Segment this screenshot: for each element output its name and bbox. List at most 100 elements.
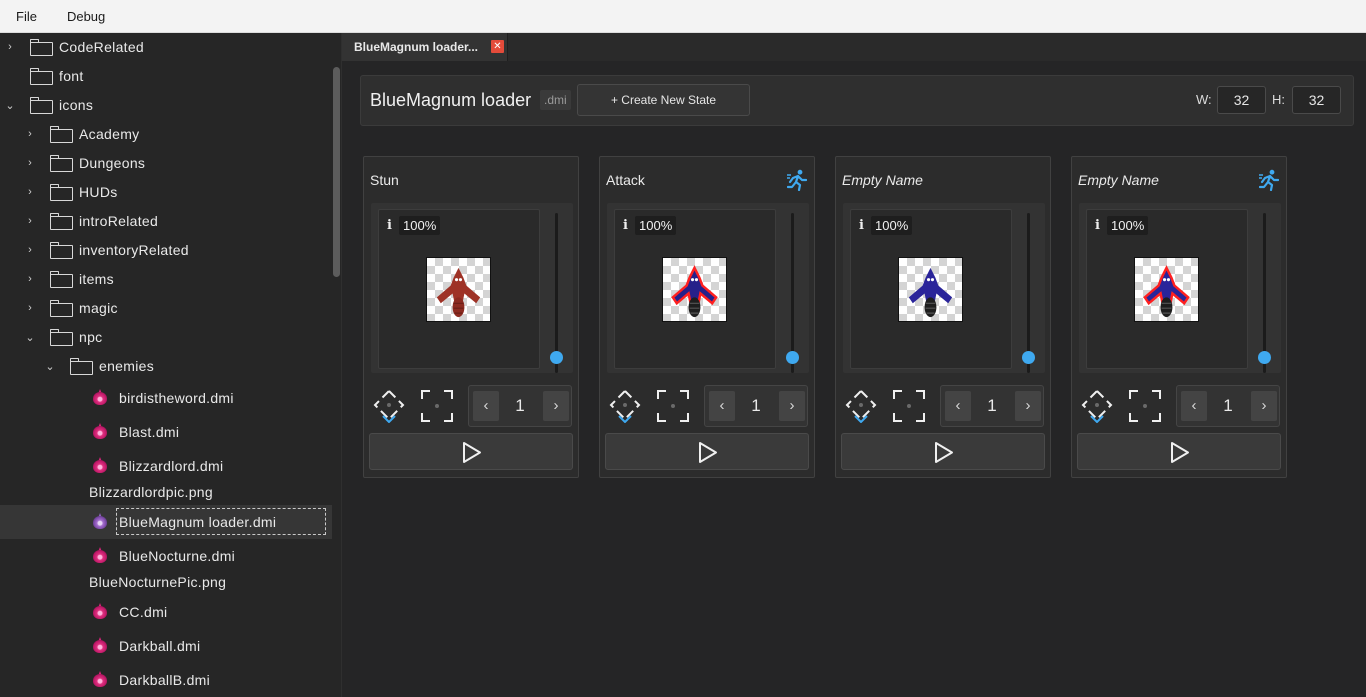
menu-file[interactable]: File	[0, 0, 50, 33]
play-button[interactable]	[605, 433, 809, 470]
play-button[interactable]	[1077, 433, 1281, 470]
info-icon[interactable]: i	[856, 218, 867, 233]
tree-folder-item[interactable]: ⌄ enemies	[0, 352, 330, 381]
width-input[interactable]: 32	[1217, 86, 1266, 114]
sprite-preview[interactable]: i 100%	[614, 209, 776, 369]
frame-count[interactable]: 1	[976, 396, 1008, 416]
tree-file-item[interactable]: BlueNocturne.dmi	[0, 539, 330, 573]
state-card[interactable]: Empty Name i 100% ‹ 1 ›	[1071, 156, 1287, 478]
speed-slider-handle[interactable]	[786, 351, 799, 364]
direction-icon[interactable]	[372, 389, 406, 424]
frame-count[interactable]: 1	[740, 396, 772, 416]
play-button[interactable]	[841, 433, 1045, 470]
dmi-file-icon	[91, 603, 109, 621]
chevron-right-icon[interactable]: ›	[24, 128, 36, 140]
chevron-left-icon[interactable]: ‹	[945, 391, 971, 421]
movement-state-icon[interactable]	[1258, 169, 1280, 192]
sidebar-scrollbar[interactable]	[333, 67, 340, 277]
state-name[interactable]: Attack	[606, 172, 645, 188]
play-button[interactable]	[369, 433, 573, 470]
menu-debug[interactable]: Debug	[50, 0, 118, 33]
state-card[interactable]: Empty Name i 100% ‹ 1 ›	[835, 156, 1051, 478]
tree-file-item[interactable]: Blast.dmi	[0, 415, 330, 449]
speed-slider-track[interactable]	[1263, 213, 1266, 373]
sprite-preview[interactable]: i 100%	[1086, 209, 1248, 369]
document-title: BlueMagnum loader	[370, 90, 532, 110]
tree-folder-item[interactable]: ⌄ npc	[0, 323, 330, 352]
chevron-right-icon[interactable]: ›	[24, 244, 36, 256]
info-icon[interactable]: i	[620, 218, 631, 233]
tree-folder-item[interactable]: › introRelated	[0, 207, 330, 236]
create-new-state-button[interactable]: + Create New State	[577, 84, 750, 116]
chevron-right-icon[interactable]: ›	[1251, 391, 1277, 421]
state-name[interactable]: Stun	[370, 172, 399, 188]
folder-icon	[70, 358, 93, 375]
info-chip: i 100%	[856, 215, 913, 235]
chevron-left-icon[interactable]: ‹	[1181, 391, 1207, 421]
frame-bounds-icon[interactable]	[892, 389, 926, 423]
tree-file-item[interactable]: DarkballB.dmi	[0, 663, 330, 697]
tree-file-item[interactable]: CC.dmi	[0, 595, 330, 629]
chevron-right-icon[interactable]: ›	[24, 157, 36, 169]
folder-icon	[50, 155, 73, 172]
sprite-image	[898, 257, 963, 322]
speed-slider-handle[interactable]	[550, 351, 563, 364]
chevron-right-icon[interactable]: ›	[24, 215, 36, 227]
chevron-right-icon[interactable]: ›	[24, 302, 36, 314]
speed-slider-track[interactable]	[791, 213, 794, 373]
tree-folder-item[interactable]: › items	[0, 265, 330, 294]
info-icon[interactable]: i	[1092, 218, 1103, 233]
tree-file-item[interactable]: Darkball.dmi	[0, 629, 330, 663]
tab-bluemagnum-loader[interactable]: BlueMagnum loader... ✕	[342, 33, 508, 61]
frame-count[interactable]: 1	[1212, 396, 1244, 416]
frame-bounds-icon[interactable]	[420, 389, 454, 423]
height-input[interactable]: 32	[1292, 86, 1341, 114]
speed-slider-track[interactable]	[1027, 213, 1030, 373]
tree-folder-item[interactable]: › magic	[0, 294, 330, 323]
chevron-right-icon[interactable]: ›	[4, 41, 16, 53]
info-icon[interactable]: i	[384, 218, 395, 233]
frame-bounds-icon[interactable]	[656, 389, 690, 423]
sprite-preview[interactable]: i 100%	[850, 209, 1012, 369]
state-name[interactable]: Empty Name	[842, 172, 923, 188]
chevron-right-icon[interactable]: ›	[543, 391, 569, 421]
tree-item-label: magic	[79, 300, 118, 316]
frame-count[interactable]: 1	[504, 396, 536, 416]
direction-icon[interactable]	[844, 389, 878, 424]
direction-icon[interactable]	[608, 389, 642, 424]
chevron-down-icon[interactable]: ⌄	[24, 331, 36, 344]
tree-folder-item[interactable]: › Dungeons	[0, 149, 330, 178]
tree-file-item[interactable]: BlueMagnum loader.dmi	[0, 505, 332, 539]
chevron-down-icon[interactable]: ⌄	[4, 99, 16, 112]
state-name[interactable]: Empty Name	[1078, 172, 1159, 188]
speed-slider-handle[interactable]	[1022, 351, 1035, 364]
state-card[interactable]: Stun i 100% ‹ 1 ›	[363, 156, 579, 478]
speed-slider-handle[interactable]	[1258, 351, 1271, 364]
tree-folder-item[interactable]: › HUDs	[0, 178, 330, 207]
preview-area: i 100%	[843, 203, 1045, 373]
chevron-right-icon[interactable]: ›	[24, 186, 36, 198]
speed-slider-track[interactable]	[555, 213, 558, 373]
tree-folder-item[interactable]: ⌄ icons	[0, 91, 330, 120]
direction-icon[interactable]	[1080, 389, 1114, 424]
tree-file-item[interactable]: Blizzardlord.dmi	[0, 449, 330, 483]
chevron-left-icon[interactable]: ‹	[709, 391, 735, 421]
tree-file-item[interactable]: birdistheword.dmi	[0, 381, 330, 415]
tree-folder-item[interactable]: › Academy	[0, 120, 330, 149]
chevron-right-icon[interactable]: ›	[24, 273, 36, 285]
tree-folder-item[interactable]: font	[0, 62, 330, 91]
chevron-left-icon[interactable]: ‹	[473, 391, 499, 421]
state-card[interactable]: Attack i 100% ‹ 1 ›	[599, 156, 815, 478]
chevron-right-icon[interactable]: ›	[1015, 391, 1041, 421]
close-icon[interactable]: ✕	[491, 40, 504, 53]
dmi-editor: BlueMagnum loader .dmi + Create New Stat…	[342, 61, 1366, 697]
tree-folder-item[interactable]: › CodeRelated	[0, 33, 330, 62]
chevron-down-icon[interactable]: ⌄	[44, 360, 56, 373]
movement-state-icon[interactable]	[786, 169, 808, 192]
tree-item-label: Blizzardlordpic.png	[89, 484, 213, 500]
frame-bounds-icon[interactable]	[1128, 389, 1162, 423]
chevron-right-icon[interactable]: ›	[779, 391, 805, 421]
tree-folder-item[interactable]: › inventoryRelated	[0, 236, 330, 265]
sprite-preview[interactable]: i 100%	[378, 209, 540, 369]
folder-icon	[50, 126, 73, 143]
